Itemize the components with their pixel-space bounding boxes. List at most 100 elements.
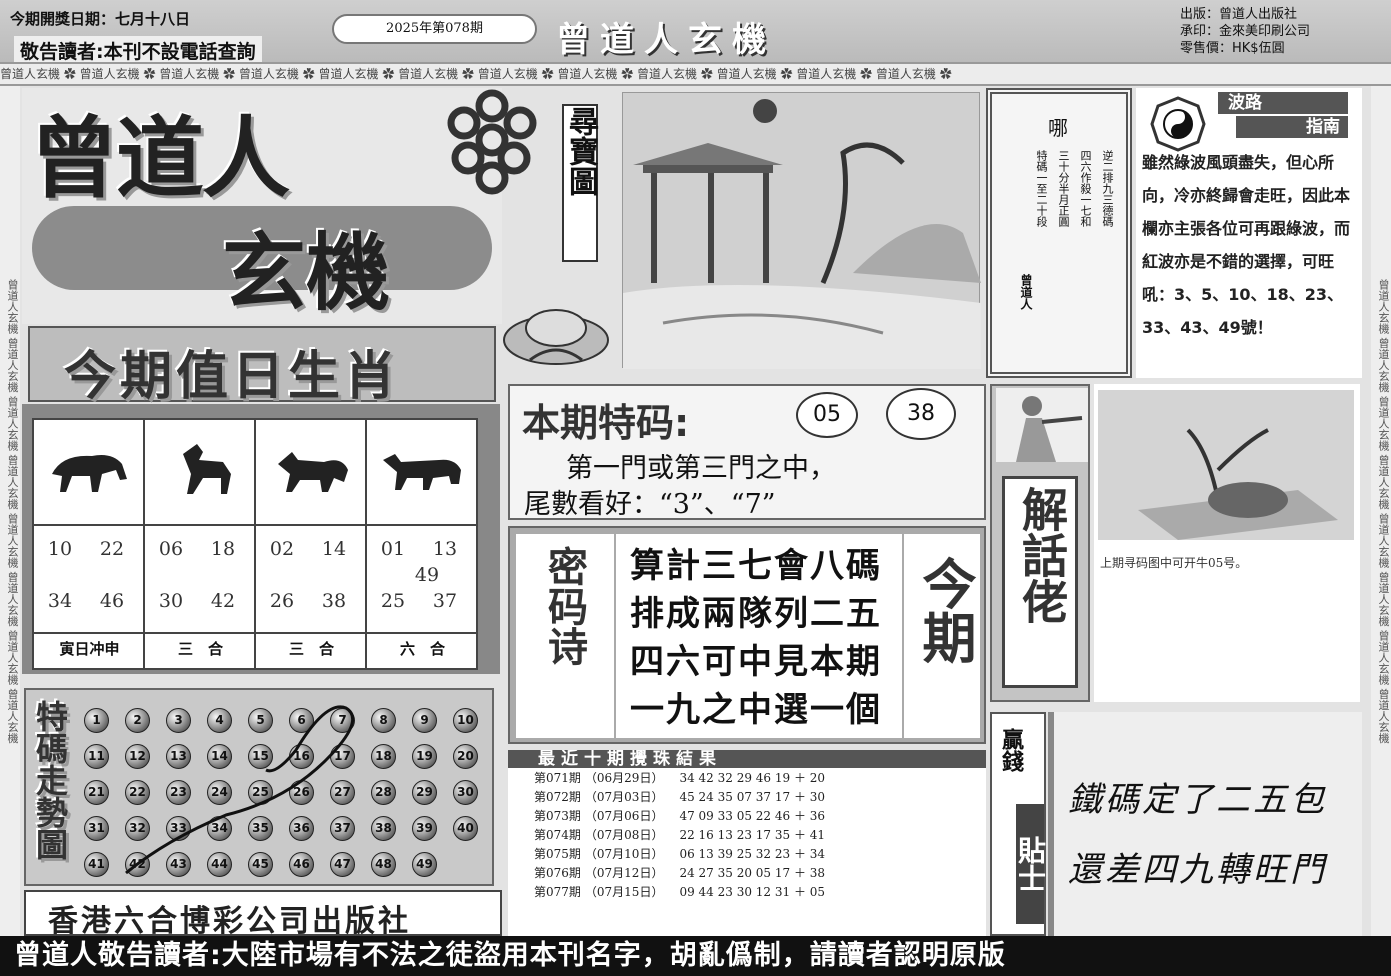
- logo-line1: 曾道人: [30, 107, 290, 210]
- zodiac-column: 02 14 26 38 三 合: [256, 420, 367, 668]
- secret-poem-box: 密码诗 算計三七會八碼 排成兩隊列二五 四六可中見本期 一九之中選一個 今期: [508, 526, 986, 744]
- results-row: 第075期 （07月10日） 06 13 39 25 32 23 ＋ 34: [532, 844, 827, 863]
- special-line2: 尾數看好：“3”、“7”: [524, 489, 776, 520]
- footer-warning: 曾道人敬告讀者:大陸市場有不法之徒盜用本刊名字，胡亂僞制，請讀者認明原版: [0, 936, 1391, 976]
- tips-label2: 貼士: [1014, 804, 1047, 924]
- results-cell: 第075期: [534, 847, 581, 861]
- poem-box: 哪 逆二排九三德碼 四六作殺一七和 三十分半月正圓 特碼一至二十段 曾道人: [986, 88, 1132, 378]
- results-cell: 06 13 39 25 32 23 ＋ 34: [679, 847, 826, 861]
- secret-title: 密码诗: [541, 546, 587, 666]
- zodiac-divider: [34, 524, 145, 526]
- results-cell: 22 16 13 23 17 35 ＋ 41: [679, 828, 826, 842]
- secret-line: 排成兩隊列二五: [630, 594, 882, 634]
- results-cell: 24 27 35 20 05 17 ＋ 38: [679, 866, 826, 880]
- zodiac-number: 42: [210, 590, 236, 612]
- zodiac-table: 10 22 34 46 寅日冲申 06 18 30 42 三 合 02 14 26 38 三 合 01 13 49…: [32, 418, 478, 670]
- results-cell: 45 24 35 07 37 17 ＋ 30: [679, 790, 826, 804]
- results-cell: 09 44 23 30 12 31 ＋ 05: [679, 885, 826, 899]
- newspaper-page: 今期開獎日期：七月十八日 敬告讀者:本刊不設電話查詢 2025年第078期 曾道…: [0, 0, 1391, 976]
- results-row: 第074期 （07月08日） 22 16 13 23 17 35 ＋ 41: [532, 825, 827, 844]
- zodiac-note: 六 合: [399, 640, 445, 658]
- results-row: 第073期 （07月06日） 47 09 33 05 22 46 ＋ 36: [532, 806, 827, 825]
- poem-title: 哪: [1048, 116, 1068, 140]
- zodiac-number: 37: [432, 590, 458, 612]
- price: 零售價：HK$伍圓: [1180, 41, 1285, 56]
- side-strip-left: 曾道人玄機 曾道人玄機 曾道人玄機 曾道人玄機 曾道人玄機 曾道人玄機 曾道人玄…: [0, 86, 20, 936]
- zodiac-number: 02: [269, 538, 295, 560]
- results-cell: 第071期: [534, 771, 581, 785]
- special-line1: 第一門或第三門之中，: [566, 453, 836, 484]
- scroll-plant-image: [1098, 390, 1354, 540]
- zodiac-divider: [367, 524, 478, 526]
- masthead: 曾道人玄機: [556, 20, 776, 60]
- zodiac-title-box: 今期值日生肖: [28, 326, 496, 407]
- tips-box: 鐵碼定了二五包 還差四九轉旺門: [1048, 712, 1362, 936]
- sage-portrait-image: [996, 388, 1088, 462]
- results-cell: 47 09 33 05 22 46 ＋ 36: [679, 809, 826, 823]
- secret-lines: 算計三七會八碼 排成兩隊列二五 四六可中見本期 一九之中選一個: [616, 534, 902, 738]
- zodiac-number: 38: [321, 590, 347, 612]
- results-box: 最近十期攪珠結果 第071期 （06月29日） 34 42 32 29 46 19 …: [508, 750, 986, 936]
- results-row: 第072期 （07月03日） 45 24 35 07 37 17 ＋ 30: [532, 787, 827, 806]
- tiger-icon: [42, 434, 136, 508]
- secret-line: 四六可中見本期: [630, 642, 882, 682]
- results-cell: （07月10日）: [584, 847, 664, 861]
- zodiac-number: 49: [414, 564, 440, 586]
- zodiac-number: 14: [321, 538, 347, 560]
- zodiac-column: 01 13 49 25 37 六 合: [367, 420, 478, 668]
- guide-title1: 波路: [1218, 92, 1348, 114]
- publisher: 出版：曾道人出版社: [1180, 7, 1298, 22]
- results-table: 第071期 （06月29日） 34 42 32 29 46 19 ＋ 20 第072期…: [532, 768, 827, 901]
- zodiac-number: 22: [99, 538, 125, 560]
- results-row: 第071期 （06月29日） 34 42 32 29 46 19 ＋ 20: [532, 768, 827, 787]
- results-cell: （07月06日）: [584, 809, 664, 823]
- zodiac-divider: [367, 632, 478, 634]
- zodiac-number: 06: [158, 538, 184, 560]
- logo-line2: 玄機: [222, 224, 391, 322]
- trend-panel: 特碼走勢圖 1 2 3 4 5 6 7 8 9 10 11 12 13 14 15 16 17 18 19 20 21 2…: [24, 688, 494, 886]
- hk-publisher: 香港六合博彩公司出版社: [48, 904, 411, 939]
- secret-line: 一九之中選一個: [630, 690, 882, 730]
- zodiac-column: 10 22 34 46 寅日冲申: [34, 420, 145, 668]
- treasure-picture: [622, 92, 981, 369]
- guide-title2: 指南: [1236, 116, 1348, 138]
- zodiac-number: 26: [269, 590, 295, 612]
- zodiac-number: 10: [47, 538, 73, 560]
- results-row: 第076期 （07月12日） 24 27 35 20 05 17 ＋ 38: [532, 863, 827, 882]
- hk-publisher-box: 香港六合博彩公司出版社: [24, 890, 502, 939]
- tips-line1: 鐵碼定了二五包: [1068, 780, 1327, 820]
- results-cell: （07月15日）: [584, 885, 664, 899]
- results-cell: 第076期: [534, 866, 581, 880]
- pattern-strip: 曾道人玄機 ✿ 曾道人玄機 ✿ 曾道人玄機 ✿ 曾道人玄機 ✿ 曾道人玄機 ✿ …: [0, 62, 1391, 86]
- zodiac-number: 18: [210, 538, 236, 560]
- publisher-info: 出版：曾道人出版社 承印：金來美印刷公司 零售價：HK$伍圓: [1180, 6, 1385, 57]
- zodiac-divider: [145, 524, 256, 526]
- results-cell: （07月03日）: [584, 790, 664, 804]
- poem-line: 特碼一至二十段: [1035, 150, 1048, 227]
- trend-curve: [125, 705, 355, 875]
- zodiac-note: 寅日冲申: [59, 640, 120, 658]
- zodiac-column: 06 18 30 42 三 合: [145, 420, 256, 668]
- results-cell: （07月12日）: [584, 866, 664, 880]
- secret-side: 今期: [913, 556, 976, 664]
- coin-rings-icon: [434, 88, 554, 198]
- tips-labels: 贏錢 貼士: [990, 712, 1047, 936]
- side-strip-right: 曾道人玄機 曾道人玄機 曾道人玄機 曾道人玄機 曾道人玄機 曾道人玄機 曾道人玄…: [1371, 86, 1391, 936]
- printer: 承印：金來美印刷公司: [1180, 24, 1311, 39]
- results-title: 最近十期攪珠結果: [508, 750, 986, 768]
- issue-badge: 2025年第078期: [332, 14, 537, 44]
- ox-icon: [375, 434, 469, 508]
- zodiac-number: 01: [380, 538, 406, 560]
- results-cell: （06月29日）: [584, 771, 664, 785]
- gold-ingot-icon: [500, 300, 612, 370]
- poem-signature: 曾道人: [1019, 274, 1033, 310]
- poem-line: 逆二排九三德碼: [1101, 150, 1114, 227]
- jiehua-caption: 上期寻码图中可开牛05号。: [1100, 556, 1248, 570]
- zodiac-note: 三 合: [288, 640, 334, 658]
- tips-line2: 還差四九轉旺門: [1068, 850, 1327, 890]
- guide-text: 雖然綠波風頭盡失，但心所向，冷亦終歸會走旺，因此本欄亦主張各位可再跟綠波，而紅波…: [1142, 153, 1351, 337]
- horse-icon: [153, 434, 247, 508]
- treasure-map-tag: 尋寶圖: [562, 104, 598, 262]
- logo-area: 曾道人 玄機: [22, 88, 537, 324]
- zodiac-number: 46: [99, 590, 125, 612]
